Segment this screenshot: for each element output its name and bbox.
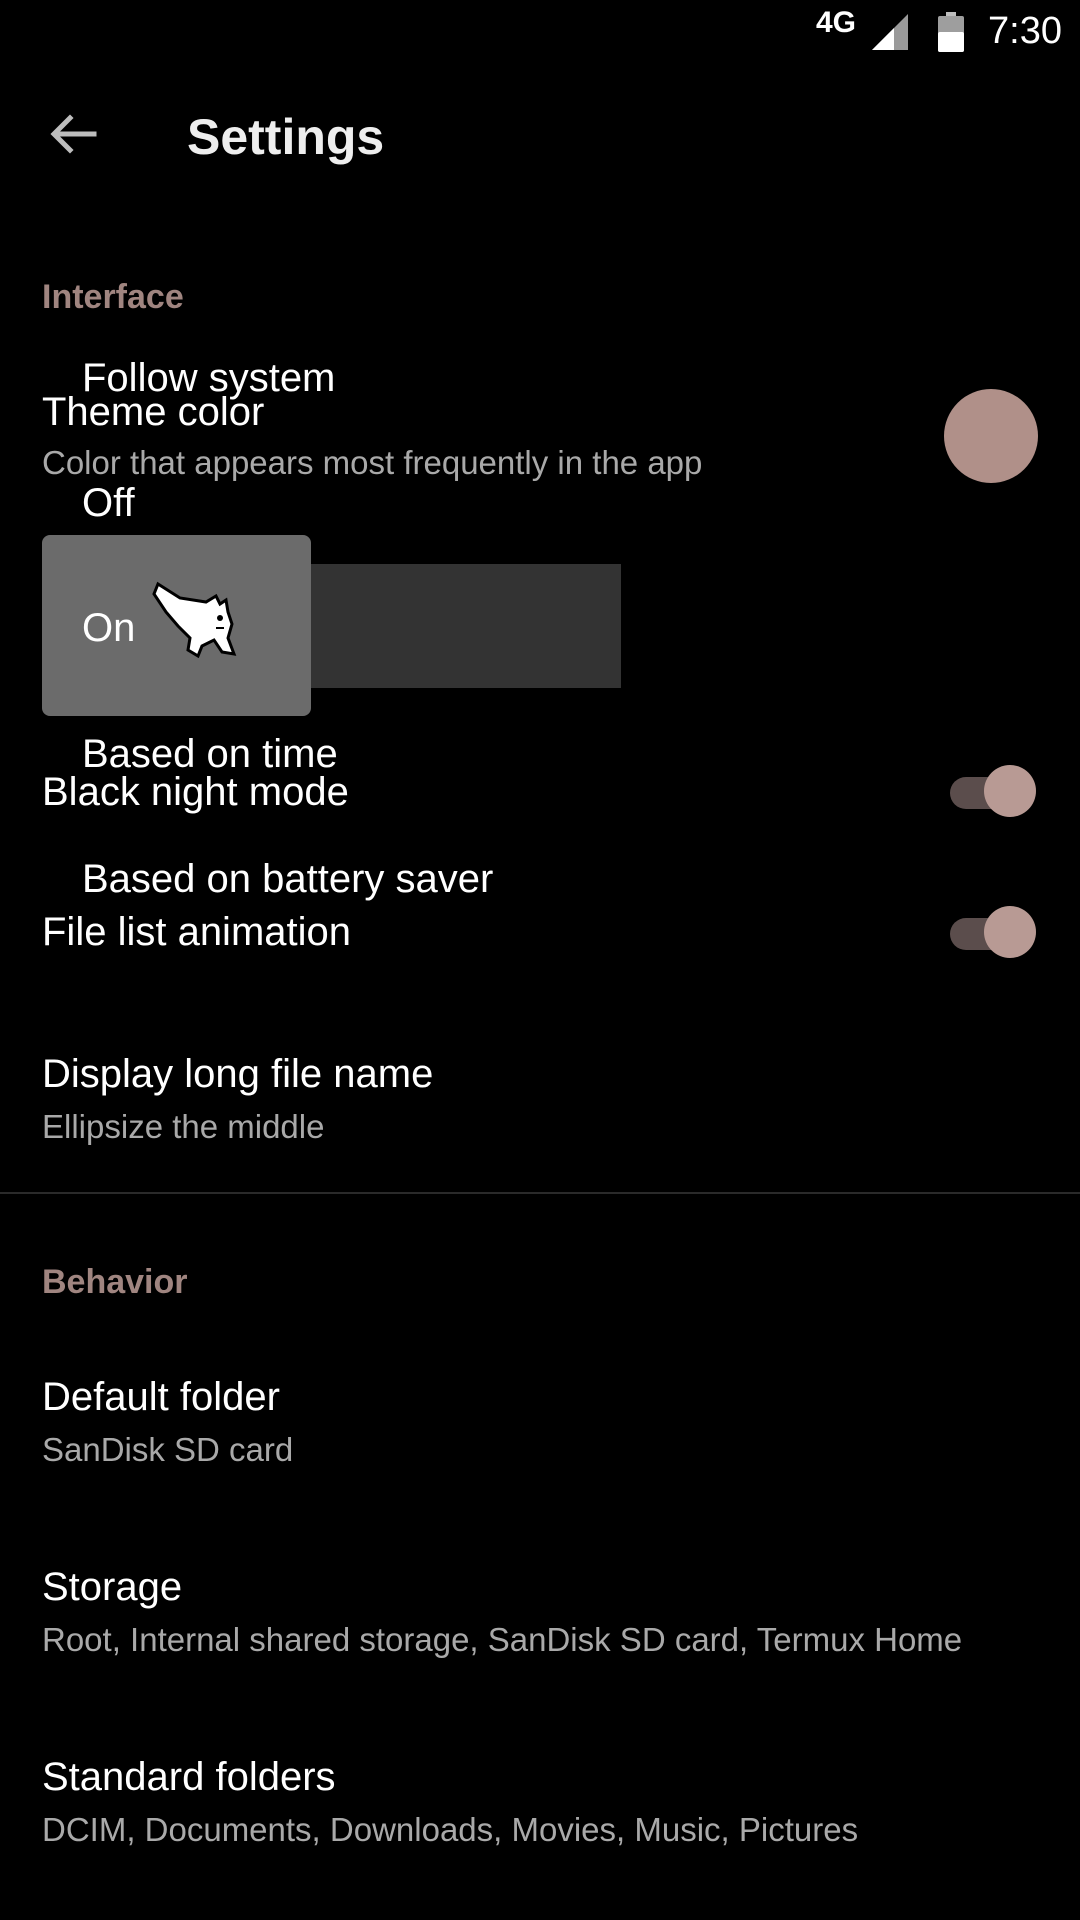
switch-thumb (984, 765, 1036, 817)
back-arrow-icon[interactable] (42, 104, 102, 164)
standard-folders-row[interactable]: Standard folders DCIM, Documents, Downlo… (0, 1725, 1080, 1865)
section-header-behavior: Behavior (42, 1263, 188, 1301)
default-folder-row[interactable]: Default folder SanDisk SD card (0, 1345, 1080, 1485)
battery-icon (938, 12, 964, 57)
theme-color-swatch[interactable] (944, 389, 1038, 483)
menu-item-off[interactable]: Off (82, 481, 135, 526)
long-file-name-summary: Ellipsize the middle (42, 1108, 325, 1145)
standard-folders-title: Standard folders (42, 1755, 336, 1799)
menu-item-follow-system[interactable]: Follow system (82, 356, 335, 401)
theme-color-summary: Color that appears most frequently in th… (42, 444, 703, 481)
long-file-name-row[interactable]: Display long file name Ellipsize the mid… (0, 1022, 1080, 1162)
page-title: Settings (187, 109, 385, 165)
network-type: 4G (816, 6, 857, 39)
default-folder-title: Default folder (42, 1375, 280, 1419)
section-header-interface: Interface (42, 278, 184, 316)
black-night-mode-switch[interactable] (950, 763, 1036, 819)
default-folder-summary: SanDisk SD card (42, 1431, 294, 1468)
clock: 7:30 (988, 10, 1062, 52)
standard-folders-summary: DCIM, Documents, Downloads, Movies, Musi… (42, 1811, 859, 1848)
file-list-animation-title: File list animation (42, 910, 352, 954)
switch-thumb (984, 906, 1036, 958)
menu-item-on[interactable]: On (82, 606, 135, 651)
storage-title: Storage (42, 1565, 183, 1609)
status-bar: 4G 7:30 (0, 0, 1080, 64)
menu-item-based-on-time[interactable]: Based on time (82, 732, 338, 777)
file-list-animation-switch[interactable] (950, 904, 1036, 960)
cat-cursor-icon (150, 578, 240, 659)
storage-summary: Root, Internal shared storage, SanDisk S… (42, 1621, 963, 1658)
long-file-name-title: Display long file name (42, 1052, 434, 1096)
cell-signal-icon (872, 14, 908, 55)
storage-row[interactable]: Storage Root, Internal shared storage, S… (0, 1535, 1080, 1675)
section-divider (0, 1192, 1080, 1194)
menu-item-based-on-battery-saver[interactable]: Based on battery saver (82, 857, 493, 902)
